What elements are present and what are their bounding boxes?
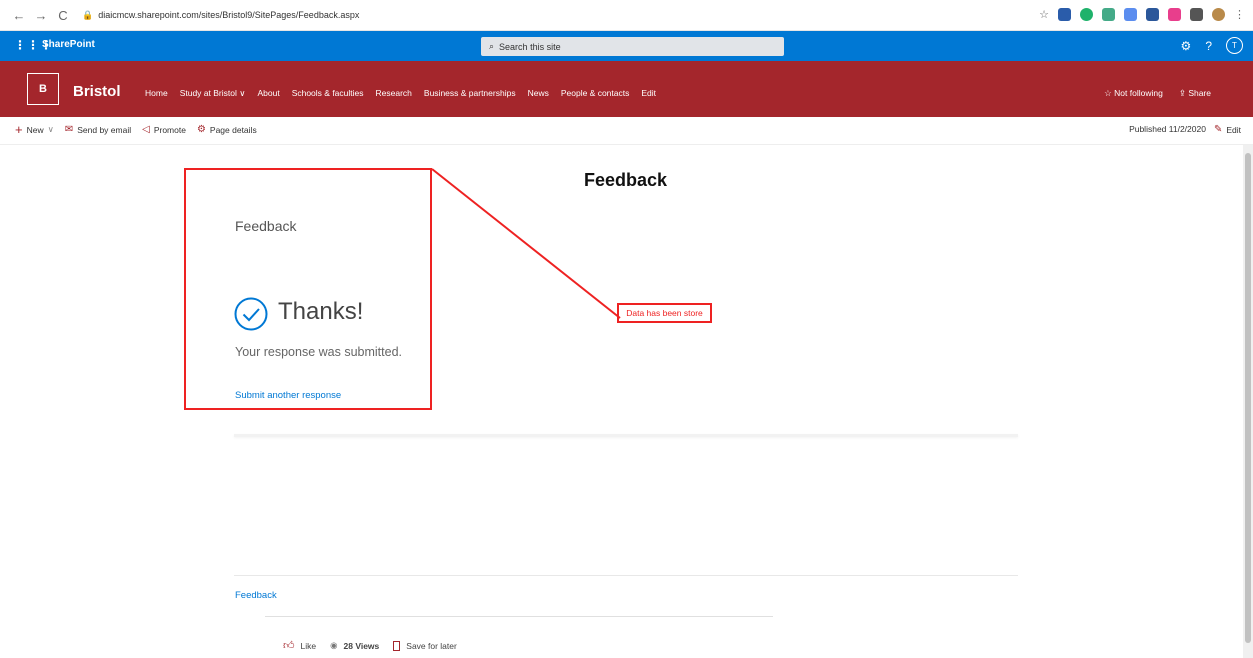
nav-item-about[interactable]: About [257, 88, 279, 99]
header-actions: ☆ Not following ⇪ Share [1104, 88, 1211, 99]
extension-icon[interactable] [1146, 8, 1159, 21]
thumbs-up-icon: 👍︎ [283, 640, 295, 652]
address-bar[interactable]: 🔒 diaicmcw.sharepoint.com/sites/Bristol9… [82, 10, 359, 21]
pencil-icon: ✎ [1213, 124, 1223, 135]
nav-item-research[interactable]: Research [376, 88, 412, 99]
nav-item-schools[interactable]: Schools & faculties [292, 88, 364, 99]
bookmark-icon [393, 640, 401, 651]
mail-icon: ✉ [64, 124, 74, 135]
back-icon[interactable]: ← [8, 8, 30, 23]
profile-icon[interactable] [1212, 8, 1225, 21]
page-details-button[interactable]: ⚙ Page details [197, 124, 257, 135]
suite-actions: ⚙ ? T [1181, 37, 1243, 54]
command-bar: + New ∨ ✉ Send by email ◁ Promote ⚙ Page… [0, 117, 1253, 145]
nav-item-people[interactable]: People & contacts [561, 88, 630, 99]
suite-bar: ⋮⋮⋮ SharePoint ⌕ Search this site ⚙ ? T [0, 31, 1253, 61]
published-status: Published 11/2/2020 [1129, 124, 1206, 134]
nav-item-edit[interactable]: Edit [641, 88, 656, 99]
footer-feedback-link[interactable]: Feedback [235, 590, 277, 601]
site-title[interactable]: Bristol [73, 83, 121, 100]
edit-button[interactable]: ✎ Edit [1214, 124, 1241, 135]
page-title: Feedback [584, 170, 668, 190]
submit-another-link[interactable]: Submit another response [235, 390, 341, 401]
help-icon[interactable]: ? [1205, 39, 1212, 53]
browser-toolbar: ← → C 🔒 diaicmcw.sharepoint.com/sites/Br… [0, 0, 1253, 31]
share-icon: ⇪ [1178, 88, 1186, 98]
extension-icon[interactable] [1080, 8, 1093, 21]
extension-icon[interactable] [1102, 8, 1115, 21]
avatar[interactable]: T [1226, 37, 1243, 54]
send-email-button[interactable]: ✉ Send by email [65, 124, 131, 135]
plus-icon: + [15, 121, 23, 137]
url-text: diaicmcw.sharepoint.com/sites/Bristol9/S… [98, 10, 360, 20]
checkmark-circle-icon [234, 297, 268, 331]
forward-icon[interactable]: → [30, 8, 52, 23]
search-placeholder: Search this site [499, 41, 561, 52]
section-divider [265, 616, 773, 617]
gear-icon: ⚙ [196, 124, 206, 135]
extension-icon[interactable] [1124, 8, 1137, 21]
nav-item-home[interactable]: Home [145, 88, 168, 99]
follow-button[interactable]: ☆ Not following [1104, 88, 1163, 99]
form-highlight-box [184, 168, 432, 410]
new-button[interactable]: + New ∨ [15, 121, 54, 137]
puzzle-icon[interactable] [1190, 8, 1203, 21]
submitted-message: Your response was submitted. [235, 345, 402, 359]
bookmark-star-icon[interactable]: ☆ [1039, 8, 1049, 21]
lock-icon: 🔒 [82, 9, 94, 20]
nav-item-business[interactable]: Business & partnerships [424, 88, 516, 99]
search-icon: ⌕ [489, 41, 495, 51]
section-divider [234, 575, 1018, 576]
eye-icon: ◉ [330, 640, 338, 650]
site-logo[interactable]: B [27, 73, 59, 105]
save-for-later-button[interactable]: Save for later [393, 640, 457, 651]
nav-item-news[interactable]: News [528, 88, 549, 99]
scrollbar-thumb[interactable] [1245, 153, 1251, 643]
nav-item-study[interactable]: Study at Bristol ∨ [180, 88, 246, 99]
chevron-down-icon: ∨ [47, 124, 54, 134]
sharepoint-brand[interactable]: SharePoint [42, 39, 95, 50]
promote-button[interactable]: ◁ Promote [142, 124, 186, 135]
section-divider [234, 434, 1018, 437]
share-button[interactable]: ⇪ Share [1179, 88, 1211, 99]
extension-icon[interactable] [1168, 8, 1181, 21]
reload-icon[interactable]: C [52, 8, 74, 23]
extension-icon[interactable] [1058, 8, 1071, 21]
views-count: ◉ 28 Views [330, 640, 380, 651]
gear-icon[interactable]: ⚙ [1181, 39, 1192, 53]
extensions-area: ☆ ⋮ [1039, 8, 1245, 21]
star-icon: ☆ [1104, 88, 1112, 98]
form-title: Feedback [235, 218, 297, 234]
site-header: B Bristol Home Study at Bristol ∨ About … [0, 61, 1253, 117]
megaphone-icon: ◁ [142, 124, 150, 135]
social-bar: 👍︎ Like ◉ 28 Views Save for later [283, 639, 471, 652]
site-navigation: Home Study at Bristol ∨ About Schools & … [145, 88, 668, 99]
chevron-down-icon: ∨ [239, 88, 246, 98]
thanks-message: Thanks! [278, 298, 364, 325]
like-button[interactable]: 👍︎ Like [283, 639, 316, 652]
annotation-label: Data has been store [617, 303, 712, 323]
browser-menu-icon[interactable]: ⋮ [1234, 8, 1245, 21]
search-box[interactable]: ⌕ Search this site [481, 37, 784, 56]
